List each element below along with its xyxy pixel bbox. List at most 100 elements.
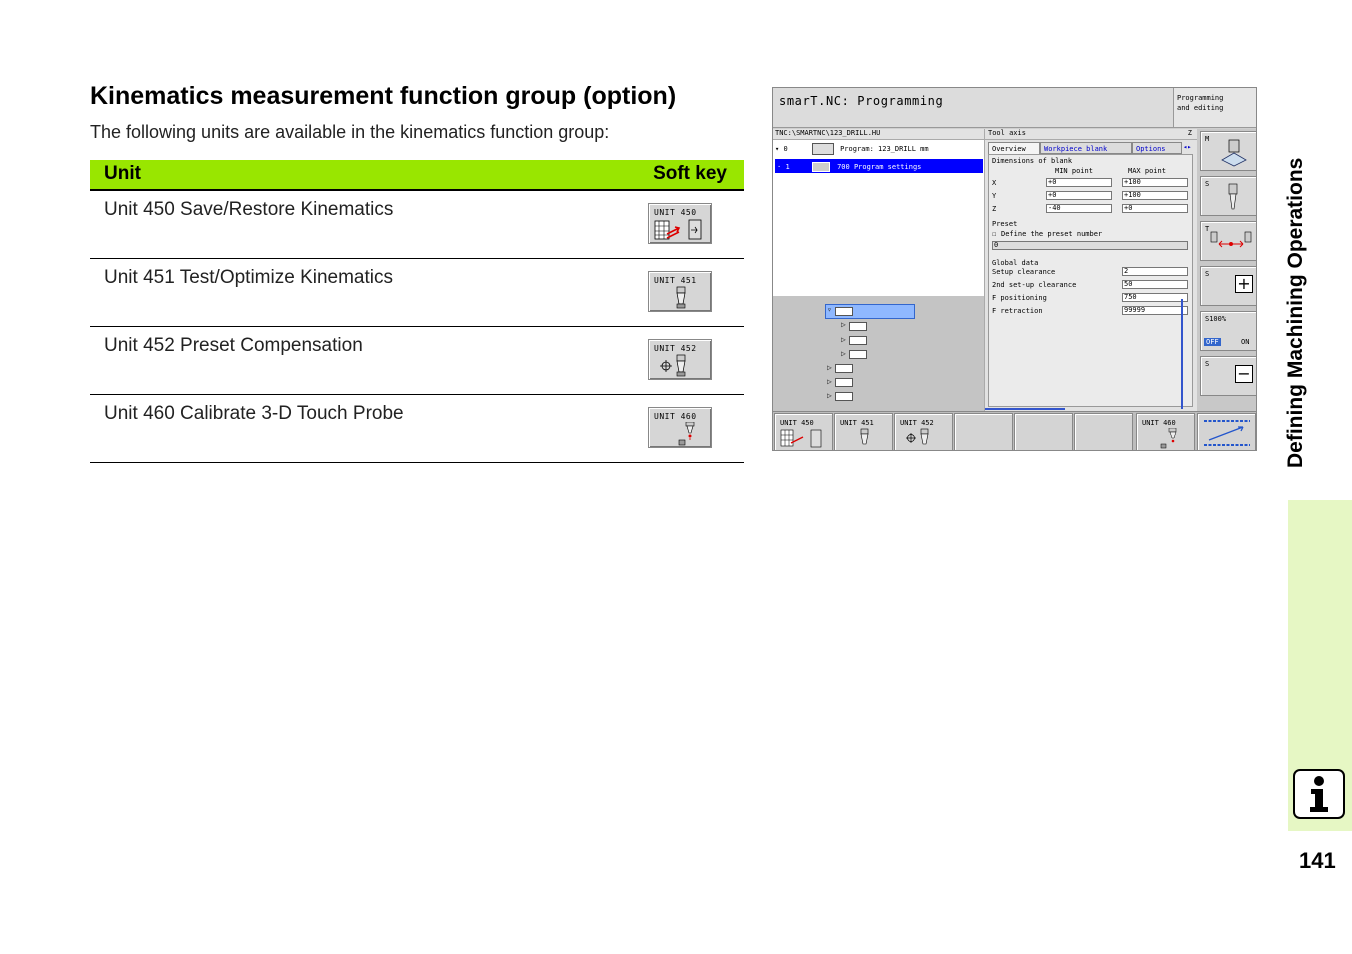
chapter-title-vertical: Defining Machining Operations (1284, 157, 1307, 468)
softkey-label: UNIT 450 (780, 419, 814, 427)
form-tabs: Overview Workpiece blank Options ◂▸ (988, 142, 1193, 154)
units-table: Unit Soft key Unit 450 Save/Restore Kine… (90, 160, 744, 463)
minus-icon: − (1235, 365, 1253, 383)
softkey-label: S (1205, 270, 1210, 278)
form-header-label: Tool axis (988, 129, 1026, 137)
global-title: Global data (992, 259, 1039, 267)
axis-name: Y (992, 192, 997, 200)
off-indicator: OFF (1204, 338, 1221, 346)
softkey-t: T (1200, 221, 1256, 261)
softkey-label: UNIT 451 (654, 276, 697, 285)
on-indicator: ON (1241, 338, 1250, 346)
unit-label: Unit 452 Preset Compensation (104, 335, 363, 356)
graphic-node (849, 322, 867, 331)
softkey-label: UNIT 460 (1142, 419, 1176, 427)
tree-text: 700 Program settings (837, 163, 922, 171)
expand-icon: ▷ (841, 335, 846, 344)
max-input: +100 (1122, 178, 1188, 187)
spindle-icon (1221, 139, 1247, 167)
program-tree: ▾ 0 Program: 123_DRILL mm · 1 700 Progra… (773, 140, 984, 296)
softkey-s-minus: S − (1200, 356, 1256, 396)
mode-line: and editing (1177, 104, 1224, 112)
expand-icon: ▿ (827, 305, 832, 314)
bottom-softkey-452: UNIT 452 (894, 413, 953, 450)
tree-index: 1 (785, 163, 790, 171)
table-row: Unit 452 Preset Compensation UNIT 452 (90, 327, 744, 395)
bottom-softkey-450: UNIT 450 (774, 413, 833, 450)
page-number: 141 (1299, 848, 1336, 873)
softkey-s: S (1200, 176, 1256, 216)
unit-label: Unit 450 Save/Restore Kinematics (104, 199, 394, 220)
screen-title-bar: smarT.NC: Programming (773, 88, 1173, 128)
expand-icon: ▷ (841, 349, 846, 358)
bottom-softkey-empty (954, 413, 1013, 450)
calibrate-probe-icon (678, 422, 695, 446)
bottom-softkey-460: UNIT 460 (1136, 413, 1195, 450)
unit-label: Unit 451 Test/Optimize Kinematics (104, 267, 393, 288)
mode-line: Programming (1177, 94, 1224, 102)
graphic-node (835, 392, 853, 401)
unit-460-softkey: UNIT 460 (648, 407, 712, 448)
preset-compensation-icon (660, 354, 686, 377)
softkey-label: UNIT 460 (654, 412, 697, 421)
bottom-softkey-451: UNIT 451 (834, 413, 893, 450)
progress-indicator (985, 408, 1065, 410)
bottom-softkey-empty (1014, 413, 1073, 450)
min-input: +0 (1046, 191, 1112, 200)
softkey-label: UNIT 451 (840, 419, 874, 427)
smartnc-screenshot: smarT.NC: Programming Programming and ed… (772, 87, 1257, 451)
unit-label: Unit 460 Calibrate 3-D Touch Probe (104, 403, 404, 424)
softkey-label: S100% (1205, 315, 1227, 323)
tree-bullet-icon: · (777, 163, 782, 171)
horizontal-softkeys: UNIT 450 UNIT 451 UNIT 452 UNIT 460 (773, 411, 1256, 450)
touch-probe-icon (860, 428, 869, 445)
header-softkey: Soft key (653, 163, 727, 184)
form-panel: Dimensions of blank MIN point MAX point … (988, 154, 1193, 407)
tree-text: Program: 123_DRILL mm (840, 145, 929, 153)
graphic-node (835, 364, 853, 373)
tree-row-selected: · 1 700 Program settings (775, 159, 983, 173)
expand-icon: ▷ (827, 377, 832, 386)
unit-icon (811, 162, 830, 172)
program-path: TNC:\SMARTNC\123_DRILL.HU (773, 129, 984, 140)
screen-title: smarT.NC: Programming (779, 94, 944, 108)
preset-input: 0 (992, 241, 1188, 250)
expand-icon: ▷ (827, 391, 832, 400)
axis-name: Z (992, 205, 997, 213)
form-header: Tool axis Z (985, 129, 1197, 140)
save-restore-icon (654, 219, 702, 240)
min-input: +0 (1046, 178, 1112, 187)
softkey-row-switch-icon (1204, 420, 1250, 446)
graphic-node (849, 350, 867, 359)
tree-index: 0 (783, 145, 788, 153)
table-row: Unit 451 Test/Optimize Kinematics UNIT 4… (90, 259, 744, 327)
global-label: 2nd set-up clearance (992, 281, 1077, 289)
global-input: 99999 (1122, 306, 1188, 315)
graphic-node (835, 378, 853, 387)
save-restore-icon (780, 429, 822, 448)
min-label: MIN point (1055, 167, 1093, 175)
scroll-indicator (1181, 299, 1183, 409)
graphic-node (835, 307, 853, 316)
section-heading: Kinematics measurement function group (o… (90, 82, 677, 110)
form-axis: Z (1187, 129, 1192, 137)
mode-display: Programming and editing (1173, 88, 1256, 128)
softkey-label: S (1205, 360, 1210, 368)
program-icon (811, 143, 834, 155)
global-label: F retraction (992, 307, 1043, 315)
bottom-softkey-empty (1074, 413, 1133, 450)
structure-graphic: ▿ ▷ ▷ ▷ ▷ ▷ ▷ (773, 296, 984, 411)
max-input: +0 (1122, 204, 1188, 213)
table-row: Unit 460 Calibrate 3-D Touch Probe UNIT … (90, 395, 744, 463)
plus-icon: + (1235, 275, 1253, 293)
tab-overview: Overview (988, 142, 1040, 154)
calibrate-probe-icon (1160, 428, 1177, 449)
table-header: Unit Soft key (90, 160, 744, 191)
graphic-node (849, 336, 867, 345)
form-area: Tool axis Z Overview Workpiece blank Opt… (984, 129, 1197, 411)
max-label: MAX point (1128, 167, 1166, 175)
expand-icon: ▷ (841, 320, 846, 329)
tool-change-icon (1210, 231, 1252, 248)
softkey-m: M (1200, 131, 1256, 171)
tool-icon (1228, 183, 1238, 210)
